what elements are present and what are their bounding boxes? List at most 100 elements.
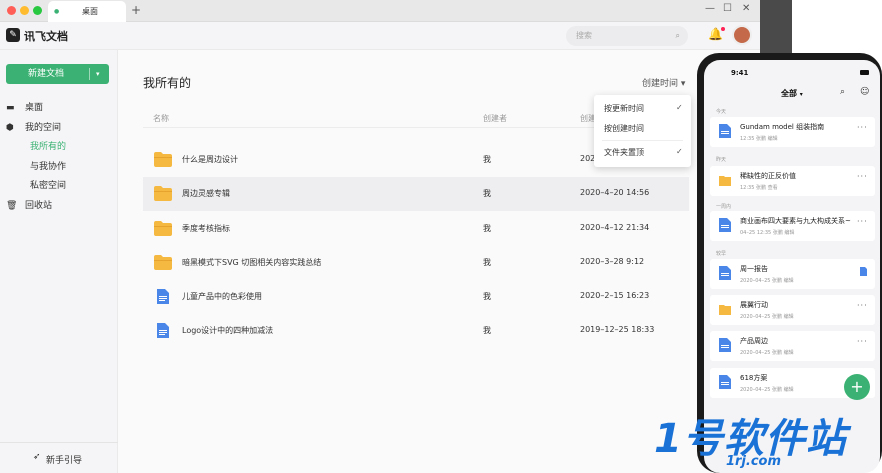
more-icon[interactable]: ··· [857,301,868,310]
menu-item-folders-first[interactable]: 文件夹置顶 [604,147,644,158]
sidebar-item-owned[interactable]: 我所有的 [0,138,118,156]
chevron-down-icon: ▾ [799,91,803,98]
list-item[interactable]: Gundam model 组装指南 12:35 张鹏 编辑 ··· [710,117,875,147]
folder-icon [719,176,731,186]
search-placeholder: 搜索 [576,31,592,40]
card-meta: 2020–04–25 张鹏 编辑 [740,278,794,284]
status-time: 9:41 [731,69,749,77]
document-type-icon [860,267,867,276]
document-icon [719,218,731,232]
list-item[interactable]: 产品周边 2020–04–25 张鹏 编辑 ··· [710,331,875,361]
maximize-icon[interactable]: ☐ [723,3,732,14]
more-icon[interactable]: ··· [857,337,868,346]
card-meta: 04–25 12:35 张鹏 编辑 [740,230,795,236]
sidebar-item-label: 与我协作 [30,162,67,172]
notification-bell-icon[interactable]: 🔔 [708,27,725,41]
title-bar: ● 桌面 + — ☐ ✕ [0,0,760,22]
folder-icon [719,305,731,315]
menu-divider [602,140,683,141]
list-item[interactable]: 展翼行动 2020–04–25 张鹏 编辑 ··· [710,295,875,325]
beginner-guide-button[interactable]: ➶ 新手引导 [0,442,118,473]
row-creator: 我 [483,155,491,164]
sidebar-item-trash[interactable]: 🗑 回收站 [0,197,118,215]
section-label: 较早 [716,251,727,257]
message-icon[interactable]: ☺ [860,87,869,97]
card-meta: 2020–04–25 张鹏 编辑 [740,387,794,393]
desktop-app-window: ● 桌面 + — ☐ ✕ ✎ 讯飞文档 搜索 ⌕ 🔔 新建文档 ▾ ▬ 桌面 ⬢… [0,0,760,473]
cube-icon: ⬢ [6,123,14,133]
sort-menu: 按更新时间 ✓ 按创建时间 文件夹置顶 ✓ [594,95,691,167]
sidebar-item-label: 我的空间 [25,123,62,133]
card-title: Gundam model 组装指南 [740,123,825,131]
battery-icon [860,70,869,75]
row-creator: 我 [483,292,491,301]
row-creator: 我 [483,258,491,267]
tab-desktop[interactable]: ● 桌面 [48,1,126,22]
check-icon: ✓ [676,103,683,112]
row-date: 2020–3–28 9:12 [580,257,645,266]
guide-label: 新手引导 [46,456,83,466]
sidebar-item-my-space[interactable]: ⬢ 我的空间 [0,119,118,137]
column-header-creator[interactable]: 创建者 [483,113,507,124]
row-name: 暗黑模式下SVG 切图相关内容实践总结 [182,258,322,267]
tab-label: 桌面 [82,7,98,16]
table-row[interactable]: 暗黑模式下SVG 切图相关内容实践总结 我 2020–3–28 9:12 [143,246,689,280]
menu-item-sort-by-update[interactable]: 按更新时间 [604,103,644,114]
more-icon[interactable]: ··· [857,172,868,181]
row-date: 2019–12–25 18:33 [580,325,655,334]
table-row[interactable]: 季度考核指标 我 2020–4–12 21:34 [143,212,689,246]
card-title: 稀缺性的正反价值 [740,172,796,180]
new-tab-button[interactable]: + [131,3,141,17]
row-name: 季度考核指标 [182,224,230,233]
more-icon[interactable]: ··· [857,123,868,132]
list-item[interactable]: 稀缺性的正反价值 12:35 张鹏 查看 ··· [710,166,875,196]
monitor-icon: ▬ [6,103,15,113]
menu-item-sort-by-create[interactable]: 按创建时间 [604,123,644,134]
section-label: 昨天 [716,157,727,163]
trash-icon: 🗑 [6,201,18,211]
row-date: 2020–4–20 14:56 [580,188,650,197]
button-divider [89,68,90,80]
card-meta: 2020–04–25 张鹏 编辑 [740,314,794,320]
filter-label: 全部 [781,89,797,98]
search-input[interactable]: 搜索 ⌕ [566,26,688,46]
row-name: 周边灵感专辑 [182,189,230,198]
row-date: 2020–2–15 16:23 [580,291,650,300]
row-creator: 我 [483,326,491,335]
chevron-down-icon[interactable]: ▾ [96,64,100,84]
avatar[interactable] [732,25,752,45]
search-icon[interactable]: ⌕ [840,87,845,97]
check-icon: ✓ [676,147,683,156]
table-row[interactable]: Logo设计中的四种加减法 我 2019–12–25 18:33 [143,314,689,348]
folder-icon [154,255,172,270]
list-item[interactable]: 商业画布四大要素与九大构成关系~ 04–25 12:35 张鹏 编辑 ··· [710,211,875,241]
more-icon[interactable]: ··· [857,217,868,226]
document-icon [719,338,731,352]
sidebar: 新建文档 ▾ ▬ 桌面 ⬢ 我的空间 我所有的 与我协作 私密空间 🗑 回收站 … [0,50,118,473]
close-window-button[interactable] [7,6,16,15]
sidebar-item-desktop[interactable]: ▬ 桌面 [0,99,118,117]
minimize-window-button[interactable] [20,6,29,15]
sort-dropdown[interactable]: 创建时间 ▾ [642,76,685,89]
section-label: 一周内 [716,204,732,210]
document-icon [719,375,731,389]
app-logo-icon: ✎ [6,28,20,42]
table-row[interactable]: 儿童产品中的色彩使用 我 2020–2–15 16:23 [143,280,689,314]
close-icon[interactable]: ✕ [742,3,750,14]
sidebar-item-private[interactable]: 私密空间 [0,177,118,195]
list-item[interactable]: 周一报告 2020–04–25 张鹏 编辑 [710,259,875,289]
row-date: 2020–4–12 21:34 [580,223,650,232]
add-button[interactable]: + [844,374,870,400]
card-title: 618方案 [740,374,768,382]
filter-dropdown[interactable]: 全部 ▾ [781,88,803,99]
document-icon [157,323,169,338]
minimize-icon[interactable]: — [705,3,715,14]
column-header-name[interactable]: 名称 [153,113,169,124]
sidebar-item-shared[interactable]: 与我协作 [0,158,118,176]
zoom-window-button[interactable] [33,6,42,15]
card-title: 商业画布四大要素与九大构成关系~ [740,217,851,225]
section-label: 今天 [716,109,727,115]
new-document-button[interactable]: 新建文档 ▾ [6,64,109,84]
notification-badge [720,27,725,31]
table-row[interactable]: 周边灵感专辑 我 2020–4–20 14:56 [143,177,689,211]
